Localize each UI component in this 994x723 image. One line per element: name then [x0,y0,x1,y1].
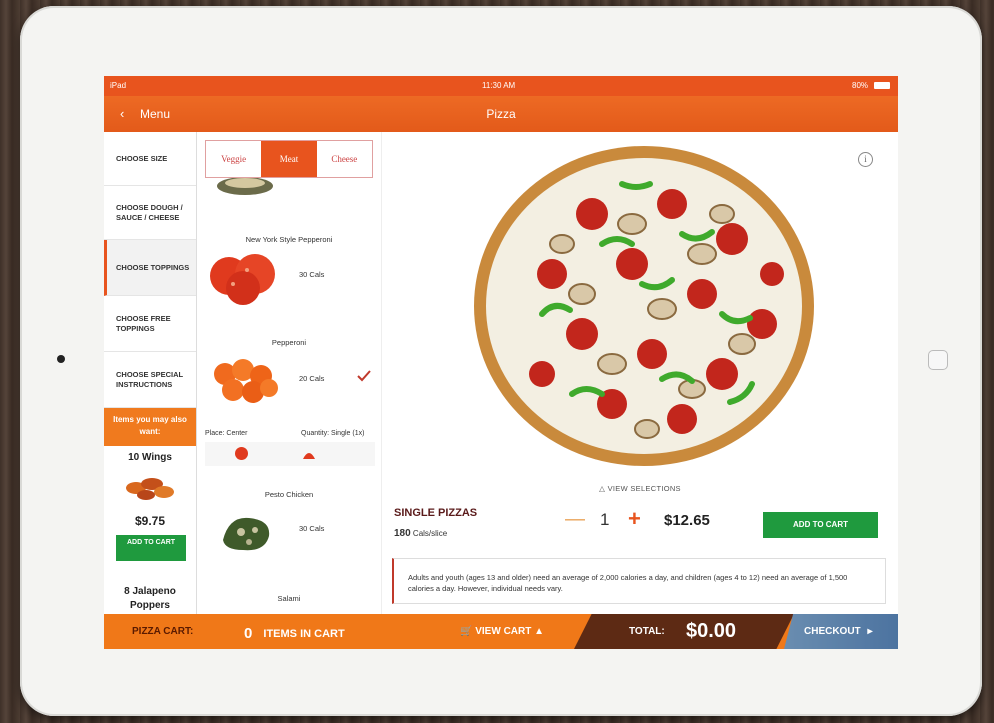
ny-pepperoni-image[interactable] [205,250,283,308]
upsell-item-name: 10 Wings [128,452,172,463]
tab-meat[interactable]: Meat [261,141,317,177]
topping-name: Pepperoni [271,338,307,347]
quantity-value: 1 [600,510,610,529]
topping-image [217,178,273,195]
step-choose-free-toppings[interactable]: CHOOSE FREE TOPPINGS [104,296,196,352]
cart-items-label: ITEMS IN CART [263,628,345,640]
chevron-right-icon: ▸ [867,626,873,637]
status-bar: iPad 11:30 AM 80% [104,76,898,96]
step-choose-toppings[interactable]: CHOOSE TOPPINGS [104,240,196,296]
quantity-label: Quantity: Single (1x) [301,430,365,437]
product-name: SINGLE PIZZAS [394,507,478,519]
app-screen: iPad 11:30 AM 80% ‹ Menu Pizza CHOOSE SI… [104,76,898,649]
calorie-unit: Cals/slice [412,529,448,538]
placement-label: Place: Center [205,430,248,437]
upsell-item-price: $9.75 [134,514,166,528]
tab-veggie[interactable]: Veggie [206,141,261,177]
upsell-add-to-cart-button[interactable]: ADD TO CART [116,535,186,561]
product-price: $12.65 [664,512,710,529]
topping-name: Salami [277,594,301,603]
front-camera [57,355,65,363]
step-sidebar: CHOOSE SIZE CHOOSE DOUGH / SAUCE / CHEES… [104,132,197,614]
cart-label: PIZZA CART: [132,626,194,637]
cart-icon: 🛒 [460,626,473,637]
cart-items: 0 ITEMS IN CART [244,624,345,642]
pizza-preview-pane: i △ VIEW SELECTIONS SINGLE PIZZAS 180 Ca… [382,132,898,614]
cart-count: 0 [244,625,253,642]
upsell-header: Items you may also want: [104,408,196,446]
decrease-quantity-button[interactable]: — [565,508,585,531]
pizza-image [474,146,814,466]
battery-icon [874,82,890,89]
home-button[interactable] [928,350,948,370]
page-title: Pizza [486,107,516,121]
tab-cheese[interactable]: Cheese [317,141,372,177]
carrier-label: iPad [110,81,127,90]
total-value: $0.00 [686,620,737,642]
chevron-up-icon: ▲ [534,626,545,637]
topping-calories: 20 Cals [299,374,325,383]
calorie-notice: Adults and youth (ages 13 and older) nee… [392,558,886,604]
product-calories: 180 Cals/slice [394,528,447,539]
view-selections-link[interactable]: △ VIEW SELECTIONS [382,484,898,493]
selected-check-icon [357,370,371,382]
cart-bar: PIZZA CART: 0 ITEMS IN CART 🛒 VIEW CART … [104,614,898,649]
placement-selector [205,442,375,466]
total-label: TOTAL: [629,626,665,637]
checkout-label[interactable]: CHECKOUT ▸ [804,626,872,637]
add-to-cart-button[interactable]: ADD TO CART [763,512,878,538]
place-center-icon[interactable] [235,447,248,460]
increase-quantity-button[interactable]: + [628,506,641,532]
topping-name: Pesto Chicken [264,490,314,499]
quantity-single-icon[interactable] [301,447,317,461]
info-icon[interactable]: i [858,152,873,167]
calorie-value: 180 [394,528,411,539]
view-cart-button[interactable]: 🛒 VIEW CART ▲ [460,626,544,637]
topping-category-tabs: Veggie Meat Cheese [205,140,373,178]
topping-calories: 30 Cals [299,270,325,279]
topping-calories: 30 Cals [299,524,325,533]
upsell-item-name: 8 Jalapeno Poppers [124,586,176,611]
total-box [574,614,794,649]
topping-name: New York Style Pepperoni [245,235,333,244]
battery-level: 80% [852,81,869,90]
wings-image [126,478,174,500]
view-cart-label: VIEW CART [475,626,532,637]
pesto-chicken-image[interactable] [219,510,275,556]
pepperoni-image[interactable] [209,354,281,410]
topping-list: Veggie Meat Cheese New York Style Pepper… [197,132,382,614]
step-special-instructions[interactable]: CHOOSE SPECIAL INSTRUCTIONS [104,352,196,408]
step-choose-size[interactable]: CHOOSE SIZE [104,132,196,186]
step-choose-dough[interactable]: CHOOSE DOUGH / SAUCE / CHEESE [104,186,196,240]
checkout-text: CHECKOUT [804,626,861,637]
clock: 11:30 AM [482,81,516,90]
nav-bar: ‹ Menu Pizza [104,96,898,132]
